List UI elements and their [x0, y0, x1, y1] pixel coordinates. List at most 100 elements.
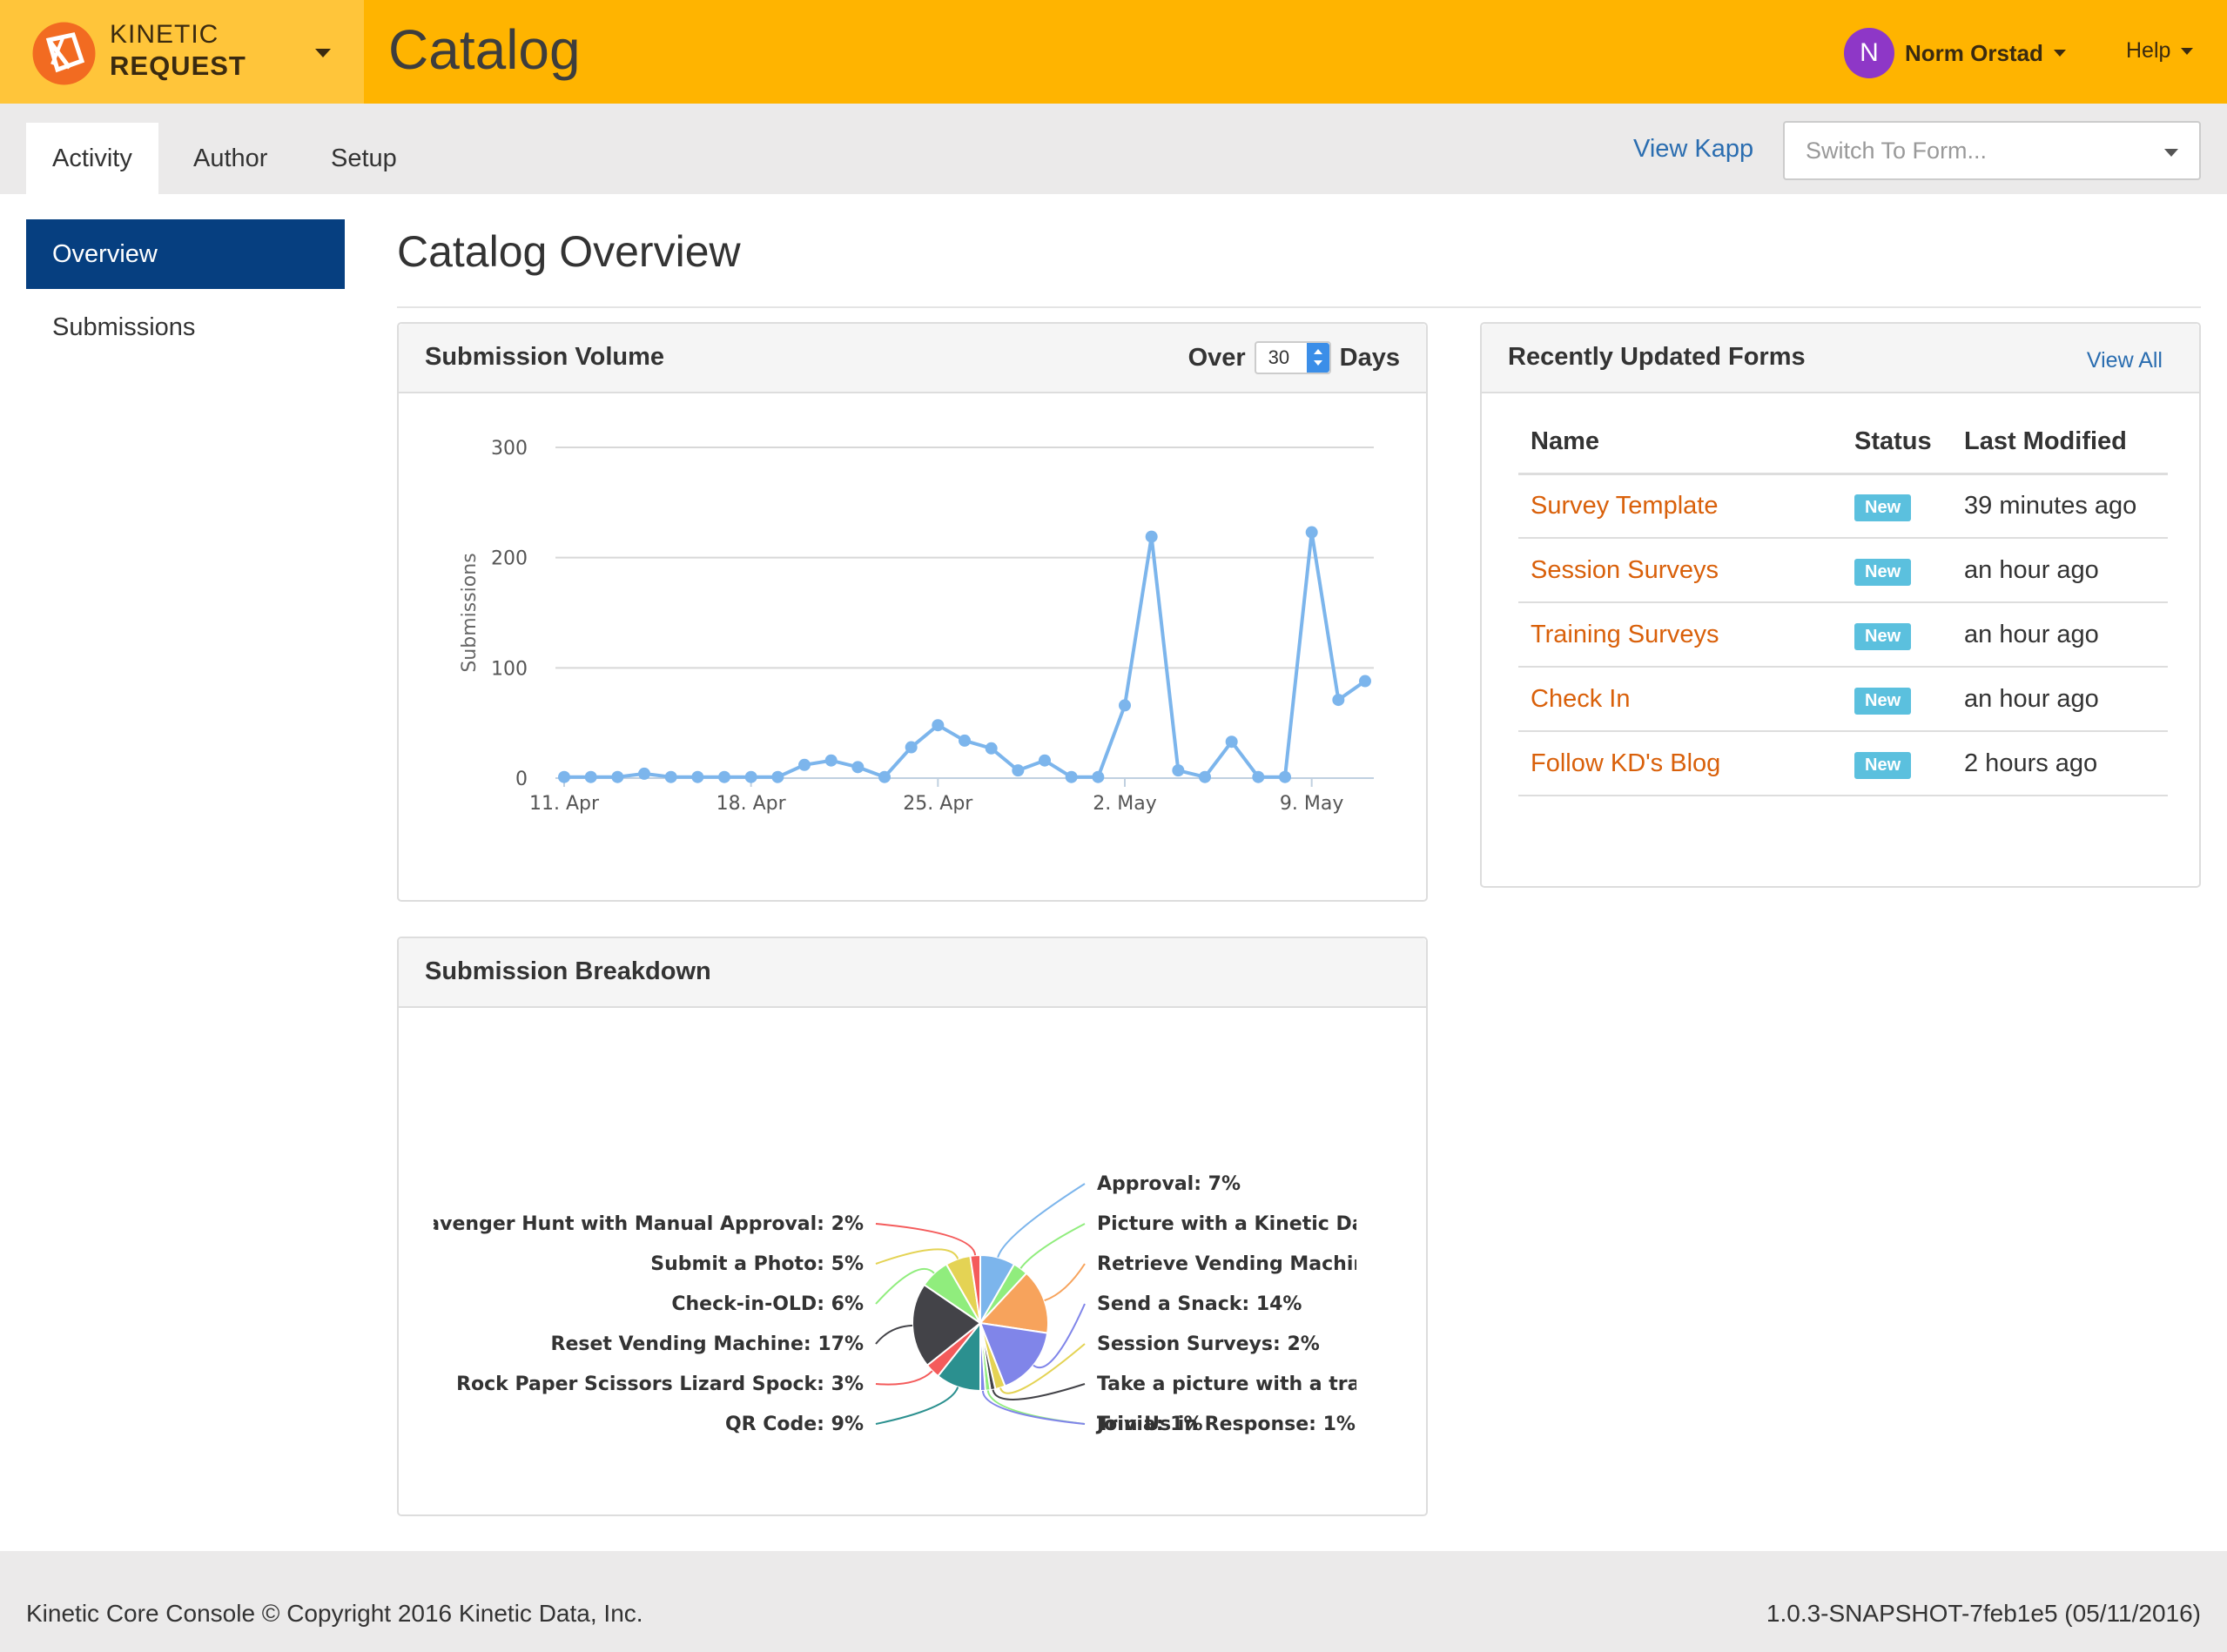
- table-row: Survey Template New 39 minutes ago: [1518, 473, 2168, 539]
- recent-forms-panel: Recently Updated Forms View All Name Sta…: [1480, 322, 2201, 888]
- days-value: 30: [1268, 346, 1290, 368]
- footer: Kinetic Core Console © Copyright 2016 Ki…: [0, 1551, 2227, 1652]
- data-point: [1252, 770, 1265, 783]
- spinner-arrows-icon[interactable]: [1306, 343, 1329, 373]
- forms-table: Name Status Last Modified Survey Templat…: [1518, 411, 2168, 796]
- column-header-last-modified[interactable]: Last Modified: [1952, 411, 2168, 475]
- y-tick-label: 0: [515, 769, 528, 790]
- pie-label: Template Scavenger Hunt with Manual Appr…: [399, 1213, 864, 1235]
- data-point: [905, 741, 918, 754]
- days-control: Over 30 Days: [1188, 341, 1400, 374]
- form-link[interactable]: Survey Template: [1531, 492, 1718, 520]
- status-badge: New: [1854, 687, 1912, 715]
- form-link[interactable]: Training Surveys: [1531, 621, 1719, 648]
- panel-title: Submission Breakdown: [425, 957, 711, 985]
- kinetic-logo-icon: [32, 22, 96, 85]
- data-point: [1012, 764, 1025, 777]
- submission-volume-chart: 0 100 200 300 Submissions 11. Apr 18. Apr 25. A…: [459, 438, 1374, 815]
- data-point: [1065, 770, 1078, 783]
- x-tick-label: 18. Apr: [717, 793, 787, 815]
- data-point: [744, 770, 757, 783]
- app-title: Catalog: [388, 18, 581, 81]
- pie-label: Session Surveys: 2%: [1097, 1333, 1320, 1355]
- y-tick-label: 200: [491, 548, 528, 570]
- data-point: [1119, 699, 1131, 712]
- x-tick-label: 25. Apr: [903, 793, 973, 815]
- help-menu[interactable]: Help: [2126, 38, 2194, 64]
- days-spinner[interactable]: 30: [1254, 341, 1331, 374]
- top-navbar: KINETIC REQUEST Catalog N Norm Orstad He…: [0, 0, 2227, 104]
- data-point: [1039, 754, 1051, 767]
- pie-label: Rock Paper Scissors Lizard Spock: 3%: [456, 1373, 864, 1395]
- days-label: Days: [1339, 343, 1400, 372]
- pie-label: Take a picture with a train: 1%: [1097, 1373, 1426, 1395]
- data-point: [851, 761, 865, 774]
- sidebar-item-submissions[interactable]: Submissions: [26, 292, 345, 362]
- tab-activity[interactable]: Activity: [26, 123, 158, 194]
- form-link[interactable]: Follow KD's Blog: [1531, 749, 1720, 777]
- pie-label: Retrieve Vending Machine P: [1097, 1253, 1401, 1275]
- panel-header: Submission Volume Over 30 Days: [399, 324, 1426, 393]
- help-label: Help: [2126, 38, 2171, 63]
- table-row: Check In New an hour ago: [1518, 667, 2168, 732]
- data-point: [1332, 694, 1345, 707]
- sub-navbar: Activity Author Setup View Kapp Switch T…: [0, 104, 2227, 194]
- data-point: [638, 767, 650, 780]
- pie-connector: [986, 1390, 1086, 1425]
- view-all-link[interactable]: View All: [2087, 348, 2163, 373]
- data-point: [1225, 735, 1238, 749]
- status-badge: New: [1854, 558, 1912, 586]
- form-link[interactable]: Session Surveys: [1531, 556, 1719, 584]
- pie-label: QR Code: 9%: [725, 1414, 864, 1435]
- y-axis-label: Submissions: [459, 553, 481, 672]
- panel-title: Recently Updated Forms: [1508, 343, 1806, 371]
- data-point: [1172, 764, 1185, 777]
- pie-label: Submit a Photo: 5%: [650, 1253, 864, 1275]
- switch-form-select[interactable]: Switch To Form...: [1783, 121, 2201, 180]
- x-tick-label: 9. May: [1280, 793, 1343, 815]
- brand-caret-icon[interactable]: [315, 49, 331, 57]
- pie-connector: [1044, 1263, 1086, 1302]
- y-tick-label: 100: [491, 658, 528, 680]
- user-name: Norm Orstad: [1905, 39, 2043, 66]
- over-label: Over: [1188, 343, 1246, 372]
- data-point: [932, 719, 945, 732]
- data-point: [611, 770, 624, 783]
- sidebar-item-overview[interactable]: Overview: [26, 219, 345, 289]
- last-modified: an hour ago: [1952, 667, 2168, 732]
- version-text: 1.0.3-SNAPSHOT-7feb1e5 (05/11/2016): [1766, 1600, 2201, 1627]
- data-point: [718, 770, 730, 783]
- y-tick-label: 300: [491, 438, 528, 460]
- copyright-text: Kinetic Core Console © Copyright 2016 Ki…: [26, 1600, 643, 1627]
- table-header-row: Name Status Last Modified: [1518, 411, 2168, 475]
- data-point: [1359, 675, 1371, 688]
- column-header-status[interactable]: Status: [1842, 411, 1952, 475]
- pie-label: Join Us in Response: 1%: [1095, 1414, 1356, 1435]
- tab-author[interactable]: Author: [167, 123, 293, 194]
- status-badge: New: [1854, 751, 1912, 779]
- view-kapp-link[interactable]: View Kapp: [1633, 135, 1753, 164]
- column-header-name[interactable]: Name: [1518, 411, 1842, 475]
- data-point: [1145, 530, 1158, 543]
- submission-breakdown-chart: Approval: 7% Picture with a Kinetic Data …: [399, 1173, 1426, 1435]
- data-point: [771, 770, 784, 783]
- pie-connector: [875, 1387, 959, 1425]
- panel-header: Recently Updated Forms View All: [1482, 324, 2199, 393]
- divider: [397, 306, 2201, 308]
- submission-breakdown-panel: Submission Breakdown Approval: 7% Picture…: [397, 937, 1428, 1516]
- switch-form-placeholder: Switch To Form...: [1806, 137, 1988, 164]
- user-menu[interactable]: N Norm Orstad: [1844, 28, 2066, 78]
- data-point: [824, 754, 838, 767]
- status-badge: New: [1854, 622, 1912, 650]
- pie-label: Reset Vending Machine: 17%: [551, 1333, 865, 1355]
- data-point: [1305, 526, 1318, 539]
- form-link[interactable]: Check In: [1531, 685, 1630, 713]
- tab-setup[interactable]: Setup: [305, 123, 423, 194]
- pie-connector: [1019, 1223, 1086, 1269]
- brand-dropdown[interactable]: KINETIC REQUEST: [0, 0, 364, 104]
- pie-label: Picture with a Kinetic Data em: [1097, 1213, 1426, 1235]
- caret-down-icon: [2053, 50, 2066, 57]
- data-point: [878, 770, 891, 783]
- data-point: [691, 770, 704, 783]
- pie-label: Send a Snack: 14%: [1097, 1293, 1302, 1315]
